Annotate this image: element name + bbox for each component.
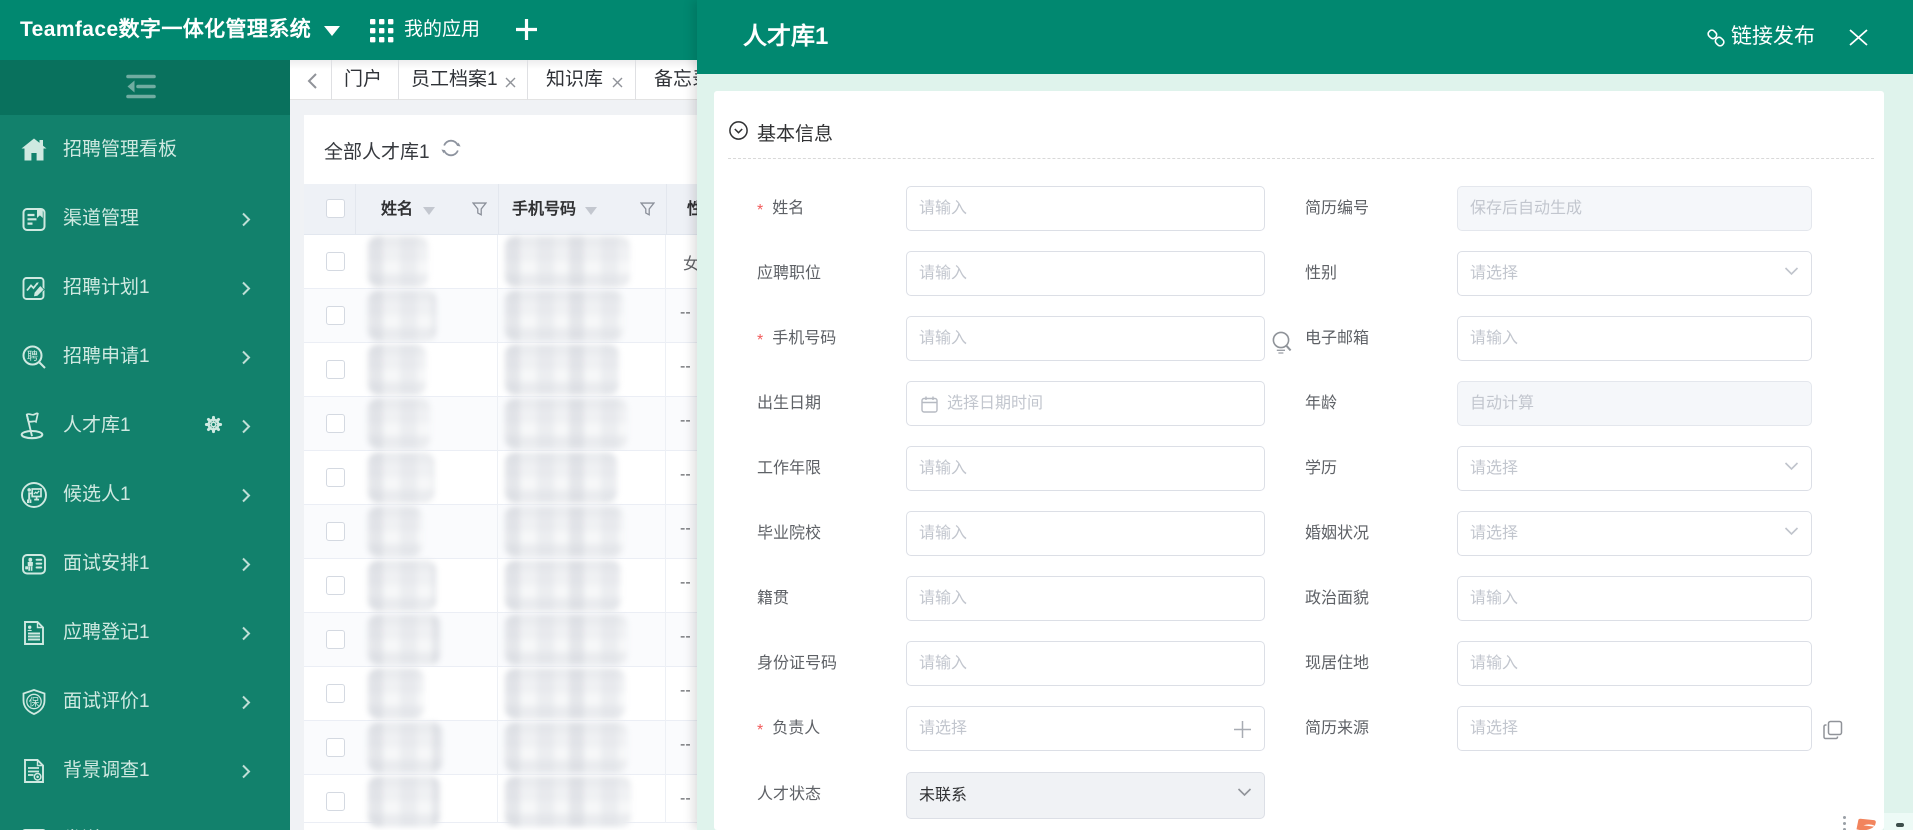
svg-text:保: 保 [29, 695, 40, 708]
svg-text:聘: 聘 [27, 348, 38, 362]
